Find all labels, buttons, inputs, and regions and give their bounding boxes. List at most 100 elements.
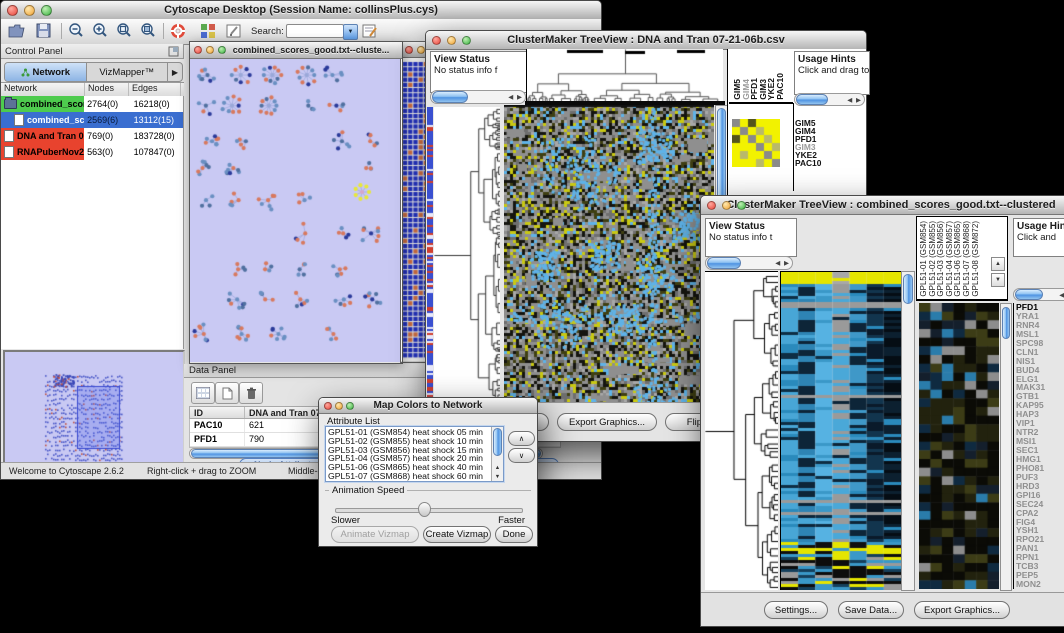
network-row[interactable]: combined_scores2764(0)16218(0) bbox=[1, 96, 183, 112]
search-input[interactable] bbox=[286, 24, 344, 38]
network-overview-thumbnail[interactable] bbox=[3, 350, 185, 468]
tv2-vscrollbar[interactable] bbox=[901, 271, 915, 591]
tv2-col-label[interactable]: GPL51-07 (GSM868) bbox=[962, 221, 971, 297]
gene-label[interactable]: SEC1 bbox=[1016, 446, 1064, 455]
gene-label[interactable]: PHO81 bbox=[1016, 464, 1064, 473]
move-down-button[interactable]: ∨ bbox=[508, 448, 535, 463]
gene-label[interactable]: PUF3 bbox=[1016, 473, 1064, 482]
gene-label[interactable]: GPI16 bbox=[1016, 491, 1064, 500]
gene-label[interactable]: TCB3 bbox=[1016, 562, 1064, 571]
gene-label[interactable]: RPO21 bbox=[1016, 535, 1064, 544]
attribute-item[interactable]: GPL51-01 (GSM854) heat shock 05 min bbox=[326, 428, 491, 437]
slider-thumb[interactable] bbox=[418, 502, 431, 517]
gene-label[interactable]: KAP95 bbox=[1016, 401, 1064, 410]
gene-label[interactable]: CLN1 bbox=[1016, 348, 1064, 357]
attribute-item[interactable]: GPL51-02 (GSM855) heat shock 10 min bbox=[326, 437, 491, 446]
minimize-icon[interactable] bbox=[24, 5, 35, 16]
tv1-heatmap[interactable] bbox=[504, 105, 714, 403]
tv2-row-dendrogram[interactable] bbox=[705, 271, 778, 590]
zoom-window-icon[interactable] bbox=[462, 36, 471, 45]
gene-label[interactable]: NTR2 bbox=[1016, 428, 1064, 437]
tv2-zoom-vscrollbar[interactable] bbox=[1000, 303, 1012, 591]
gene-label[interactable]: FIG4 bbox=[1016, 518, 1064, 527]
tv1-zoom-matrix[interactable] bbox=[732, 119, 780, 167]
gene-label[interactable]: YSH1 bbox=[1016, 526, 1064, 535]
gene-label[interactable]: PAN1 bbox=[1016, 544, 1064, 553]
attribute-item[interactable]: GPL51-06 (GSM865) heat shock 40 min bbox=[326, 463, 491, 472]
cytoscape-titlebar[interactable]: Cytoscape Desktop (Session Name: collins… bbox=[1, 1, 601, 20]
close-icon[interactable] bbox=[324, 402, 332, 410]
save-data-button[interactable]: Save Data... bbox=[838, 601, 904, 619]
tv1-right-slider[interactable]: ◀ ▶ bbox=[794, 93, 865, 106]
scroll-up-icon[interactable]: ▲ bbox=[991, 257, 1005, 271]
gene-label[interactable]: MAK31 bbox=[1016, 383, 1064, 392]
gene-label[interactable]: RNR4 bbox=[1016, 321, 1064, 330]
tv1-status-slider[interactable]: ◀ ▶ bbox=[430, 90, 526, 104]
close-icon[interactable] bbox=[432, 36, 441, 45]
gene-label[interactable]: CPA2 bbox=[1016, 509, 1064, 518]
col-id[interactable]: ID bbox=[190, 407, 245, 418]
gene-label[interactable]: HMG1 bbox=[1016, 455, 1064, 464]
gene-label[interactable]: MSI1 bbox=[1016, 437, 1064, 446]
gene-label[interactable]: HRD3 bbox=[1016, 482, 1064, 491]
minimize-icon[interactable] bbox=[447, 36, 456, 45]
zoom-in-icon[interactable] bbox=[91, 22, 109, 40]
settings-button[interactable]: Settings... bbox=[764, 601, 828, 619]
zoom-window-icon[interactable] bbox=[346, 402, 354, 410]
zoom-selected-icon[interactable] bbox=[139, 22, 157, 40]
close-icon[interactable] bbox=[7, 5, 18, 16]
gene-label[interactable]: SPC98 bbox=[1016, 339, 1064, 348]
gene-label[interactable]: YRA1 bbox=[1016, 312, 1064, 321]
tv2-status-slider[interactable]: ◀ ▶ bbox=[705, 256, 793, 270]
tv2-zoom-heatmap[interactable] bbox=[919, 303, 999, 589]
done-button[interactable]: Done bbox=[495, 526, 533, 543]
minimize-icon[interactable] bbox=[722, 201, 731, 210]
zoom-window-icon[interactable] bbox=[737, 201, 746, 210]
network-row[interactable]: DNA and Tran 07769(0)183728(0) bbox=[1, 128, 183, 144]
tv2-heatmap[interactable] bbox=[780, 271, 901, 590]
col-edges[interactable]: Edges bbox=[129, 83, 181, 96]
treeview1-titlebar[interactable]: ClusterMaker TreeView : DNA and Tran 07-… bbox=[426, 31, 866, 50]
network-view-canvas[interactable] bbox=[190, 59, 400, 362]
tab-network[interactable]: Network bbox=[5, 63, 87, 81]
create-vizmap-button[interactable]: Create Vizmap bbox=[423, 526, 491, 543]
gene-label[interactable]: ELG1 bbox=[1016, 375, 1064, 384]
gene-label[interactable]: RPN1 bbox=[1016, 553, 1064, 562]
treeview2-titlebar[interactable]: ClusterMaker TreeView : combined_scores_… bbox=[701, 196, 1064, 215]
tab-vizmapper[interactable]: VizMapper™ bbox=[87, 63, 168, 81]
annotation-icon[interactable] bbox=[225, 22, 243, 40]
gene-label[interactable]: NIS1 bbox=[1016, 357, 1064, 366]
attribute-editor-icon[interactable] bbox=[361, 22, 379, 40]
open-file-icon[interactable] bbox=[8, 22, 26, 40]
attribute-item[interactable]: GPL51-07 (GSM868) heat shock 60 min bbox=[326, 472, 491, 481]
gene-label[interactable]: MSL1 bbox=[1016, 330, 1064, 339]
export-graphics-button[interactable]: Export Graphics... bbox=[914, 601, 1010, 619]
tv1-row-dendrogram[interactable] bbox=[434, 107, 500, 403]
attribute-list[interactable]: GPL51-01 (GSM854) heat shock 05 minGPL51… bbox=[325, 426, 504, 482]
minimize-icon[interactable] bbox=[206, 46, 214, 54]
gene-label[interactable]: GTB1 bbox=[1016, 392, 1064, 401]
zoom-fit-icon[interactable] bbox=[115, 22, 133, 40]
attribute-item[interactable]: GPL51-04 (GSM857) heat shock 20 min bbox=[326, 454, 491, 463]
move-up-button[interactable]: ∧ bbox=[508, 431, 535, 446]
network-row[interactable]: RNAPuberNov2+563(0)107847(0) bbox=[1, 144, 183, 160]
close-icon[interactable] bbox=[707, 201, 716, 210]
delete-attribute-button[interactable] bbox=[239, 382, 263, 404]
gene-label[interactable]: VIP1 bbox=[1016, 419, 1064, 428]
export-graphics-button[interactable]: Export Graphics... bbox=[557, 413, 657, 431]
tv1-column-dendrogram[interactable] bbox=[526, 49, 723, 101]
col-nodes[interactable]: Nodes bbox=[85, 83, 129, 96]
zoom-out-icon[interactable] bbox=[67, 22, 85, 40]
close-icon[interactable] bbox=[194, 46, 202, 54]
zoom-window-icon[interactable] bbox=[41, 5, 52, 16]
gene-label[interactable]: PFD1 bbox=[1016, 303, 1064, 312]
float-panel-icon[interactable] bbox=[168, 46, 179, 57]
select-attributes-button[interactable] bbox=[191, 382, 215, 404]
search-dropdown-icon[interactable]: ▼ bbox=[343, 24, 358, 40]
dialog-titlebar[interactable]: Map Colors to Network bbox=[319, 398, 537, 414]
close-icon[interactable] bbox=[405, 46, 413, 54]
gene-label[interactable]: SEC24 bbox=[1016, 500, 1064, 509]
zoom-window-icon[interactable] bbox=[218, 46, 226, 54]
tv2-col-label[interactable]: GPL51-03 (GSM856) bbox=[936, 221, 945, 297]
tv1-row-label[interactable]: PAC10 bbox=[795, 159, 821, 167]
